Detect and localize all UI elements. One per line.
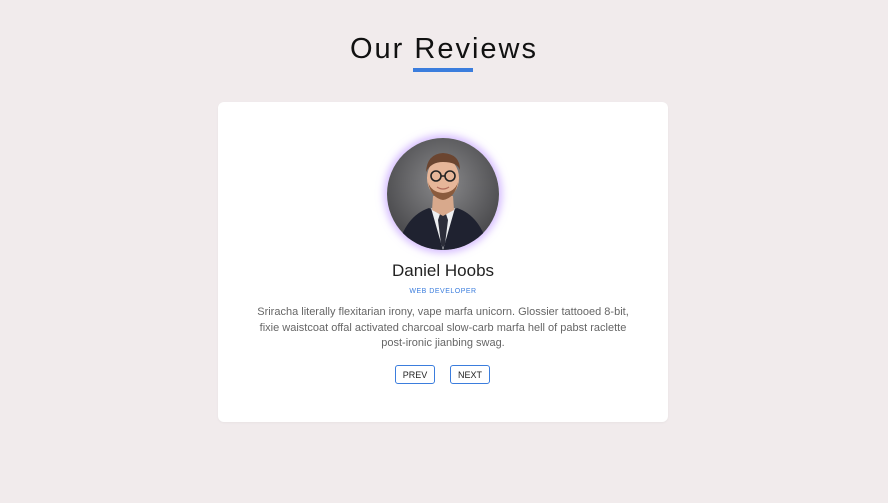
title-underline xyxy=(413,68,473,72)
reviewer-role: WEB DEVELOPER xyxy=(409,288,477,295)
avatar-portrait xyxy=(387,138,499,250)
review-text: Sriracha literally flexitarian irony, va… xyxy=(257,306,629,349)
next-button[interactable]: NEXT xyxy=(450,365,490,384)
reviewer-name: Daniel Hoobs xyxy=(391,261,495,280)
reviews-page: Our Reviews Daniel Hoobs WEB DEVELOPER S… xyxy=(0,0,888,503)
review-card: Daniel Hoobs WEB DEVELOPER Sriracha lite… xyxy=(218,102,668,422)
prev-button[interactable]: PREV xyxy=(395,365,435,384)
avatar xyxy=(387,138,499,250)
page-title: Our Reviews xyxy=(350,33,538,65)
